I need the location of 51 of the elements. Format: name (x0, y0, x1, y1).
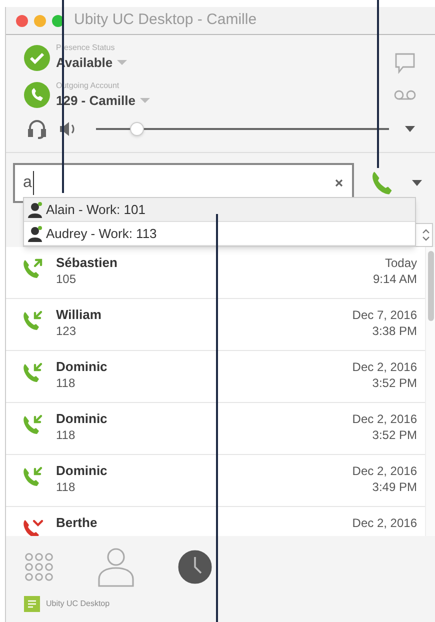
contact-icon (28, 226, 42, 242)
suggestion-item[interactable]: Audrey - Work: 113 (24, 222, 415, 246)
call-date: Dec 7, 2016 (352, 307, 417, 323)
call-date: Dec 2, 2016 (352, 411, 417, 427)
caret-icon[interactable] (405, 126, 415, 132)
call-time: 3:52 PM (372, 375, 417, 391)
search-text: a (23, 171, 34, 195)
call-time: 3:38 PM (372, 323, 417, 339)
call-time: 9:14 AM (372, 271, 417, 287)
call-date: Dec 2, 2016 (352, 515, 417, 531)
app-logo-icon (24, 596, 40, 612)
caller-name: William (56, 307, 102, 323)
caller-number: 118 (56, 479, 76, 495)
caller-number: 105 (56, 271, 78, 287)
call-date: Dec 2, 2016 (352, 359, 417, 375)
history-tab[interactable] (178, 550, 212, 584)
scrollbar-thumb[interactable] (428, 251, 434, 321)
headset-icon[interactable] (26, 118, 48, 140)
clear-icon[interactable] (334, 178, 344, 188)
up-down-icon (422, 229, 430, 241)
volume-thumb[interactable] (130, 122, 144, 136)
dialpad-tab[interactable] (24, 552, 54, 582)
contacts-tab[interactable] (96, 546, 136, 588)
minimize-window-button[interactable] (34, 14, 46, 26)
suggestion-item[interactable]: Alain - Work: 101 (24, 198, 415, 222)
caller-name: Berthe (56, 515, 98, 531)
suggestion-text: Audrey - Work: 113 (46, 224, 157, 243)
call-date: Dec 2, 2016 (352, 463, 417, 479)
window-title: Ubity UC Desktop - Camille (74, 10, 257, 30)
caller-name: Dominic (56, 463, 108, 479)
app-name: Ubity UC Desktop (46, 598, 110, 610)
caller-number: 118 (56, 427, 76, 443)
suggestion-text: Alain - Work: 101 (46, 200, 146, 219)
caller-name: Dominic (56, 411, 108, 427)
voicemail-icon[interactable] (394, 89, 416, 101)
volume-slider[interactable] (96, 121, 389, 137)
call-time: 3:52 PM (372, 427, 417, 443)
caller-number: 123 (56, 323, 78, 339)
caller-name: Sébastien (56, 255, 118, 271)
caret-icon[interactable] (412, 180, 422, 186)
contact-icon (28, 202, 42, 218)
close-window-button[interactable] (16, 14, 28, 26)
phone-circle-icon (24, 82, 50, 108)
caret-icon (116, 60, 127, 66)
call-date: Today (384, 255, 417, 271)
chat-bubble-icon[interactable] (393, 51, 417, 75)
call-time: 3:49 PM (372, 479, 417, 495)
caller-name: Dominic (56, 359, 108, 375)
check-icon (24, 44, 50, 71)
caller-number: 118 (56, 375, 76, 391)
caret-icon (140, 98, 150, 103)
